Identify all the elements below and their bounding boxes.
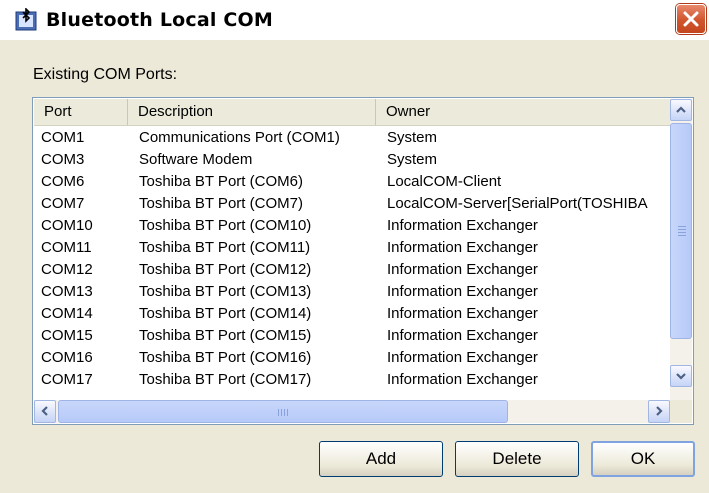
table-row[interactable]: COM16 Toshiba BT Port (COM16) Informatio… (34, 349, 670, 367)
com-ports-list[interactable]: Port Description Owner COM1 Communicatio… (32, 97, 694, 425)
table-row[interactable]: COM7 Toshiba BT Port (COM7) LocalCOM-Ser… (34, 195, 670, 213)
owner-cell: Information Exchanger (387, 239, 538, 256)
window-title: Bluetooth Local COM (46, 9, 273, 31)
horizontal-scrollbar[interactable] (34, 400, 670, 423)
description-cell: Toshiba BT Port (COM12) (139, 261, 312, 278)
add-button[interactable]: Add (319, 441, 443, 477)
owner-cell: Information Exchanger (387, 217, 538, 234)
arrow-left-icon (41, 406, 48, 416)
scroll-up-button[interactable] (670, 99, 692, 121)
port-cell: COM14 (41, 305, 93, 322)
description-cell: Toshiba BT Port (COM17) (139, 371, 312, 388)
owner-cell: Information Exchanger (387, 261, 538, 278)
owner-cell: Information Exchanger (387, 371, 538, 388)
description-cell: Communications Port (COM1) (139, 129, 340, 146)
table-row[interactable]: COM11 Toshiba BT Port (COM11) Informatio… (34, 239, 670, 257)
table-row[interactable]: COM3 Software Modem System (34, 151, 670, 169)
port-cell: COM12 (41, 261, 93, 278)
arrow-up-icon (676, 106, 686, 113)
table-row[interactable]: COM17 Toshiba BT Port (COM17) Informatio… (34, 371, 670, 389)
owner-cell: Information Exchanger (387, 283, 538, 300)
scrollbar-corner (670, 400, 692, 423)
table-row[interactable]: COM1 Communications Port (COM1) System (34, 129, 670, 147)
table-row[interactable]: COM10 Toshiba BT Port (COM10) Informatio… (34, 217, 670, 235)
description-cell: Toshiba BT Port (COM16) (139, 349, 312, 366)
existing-com-ports-label: Existing COM Ports: (33, 66, 178, 83)
arrow-down-icon (676, 373, 686, 380)
column-header-owner[interactable]: Owner (376, 99, 670, 125)
delete-button[interactable]: Delete (455, 441, 579, 477)
owner-cell: System (387, 151, 438, 168)
port-cell: COM3 (41, 151, 85, 168)
port-cell: COM16 (41, 349, 93, 366)
port-cell: COM1 (41, 129, 85, 146)
description-cell: Software Modem (139, 151, 253, 168)
port-cell: COM13 (41, 283, 93, 300)
column-header-description[interactable]: Description (128, 99, 376, 125)
owner-cell: Information Exchanger (387, 327, 538, 344)
close-button[interactable] (676, 4, 706, 34)
port-cell: COM17 (41, 371, 93, 388)
description-cell: Toshiba BT Port (COM15) (139, 327, 312, 344)
description-cell: Toshiba BT Port (COM6) (139, 173, 303, 190)
list-header: Port Description Owner (34, 99, 670, 126)
horizontal-scroll-thumb[interactable] (58, 400, 508, 423)
description-cell: Toshiba BT Port (COM10) (139, 217, 312, 234)
description-cell: Toshiba BT Port (COM14) (139, 305, 312, 322)
table-row[interactable]: COM14 Toshiba BT Port (COM14) Informatio… (34, 305, 670, 323)
column-header-port[interactable]: Port (34, 99, 128, 125)
table-row[interactable]: COM6 Toshiba BT Port (COM6) LocalCOM-Cli… (34, 173, 670, 191)
port-cell: COM6 (41, 173, 85, 190)
arrow-right-icon (656, 406, 663, 416)
scroll-left-button[interactable] (34, 400, 56, 423)
description-cell: Toshiba BT Port (COM13) (139, 283, 312, 300)
owner-cell: System (387, 129, 438, 146)
scroll-down-button[interactable] (670, 365, 692, 387)
table-row[interactable]: COM12 Toshiba BT Port (COM12) Informatio… (34, 261, 670, 279)
title-bar[interactable]: Bluetooth Local COM (0, 0, 709, 40)
owner-cell: Information Exchanger (387, 305, 538, 322)
vertical-scrollbar[interactable] (670, 99, 692, 400)
table-row[interactable]: COM15 Toshiba BT Port (COM15) Informatio… (34, 327, 670, 345)
port-cell: COM11 (41, 239, 92, 256)
scroll-right-button[interactable] (648, 400, 670, 423)
vertical-scroll-thumb[interactable] (670, 123, 692, 339)
table-row[interactable]: COM13 Toshiba BT Port (COM13) Informatio… (34, 283, 670, 301)
owner-cell: LocalCOM-Server[SerialPort(TOSHIBA (387, 195, 648, 212)
description-cell: Toshiba BT Port (COM11) (139, 239, 311, 256)
port-cell: COM15 (41, 327, 93, 344)
close-icon (683, 11, 699, 27)
ok-button[interactable]: OK (591, 441, 695, 477)
bluetooth-com-app-icon (14, 7, 40, 32)
list-rows: COM1 Communications Port (COM1) System C… (34, 129, 670, 393)
port-cell: COM7 (41, 195, 85, 212)
owner-cell: Information Exchanger (387, 349, 538, 366)
description-cell: Toshiba BT Port (COM7) (139, 195, 303, 212)
owner-cell: LocalCOM-Client (387, 173, 502, 190)
bluetooth-local-com-dialog: Bluetooth Local COM Existing COM Ports: … (0, 0, 709, 493)
port-cell: COM10 (41, 217, 93, 234)
